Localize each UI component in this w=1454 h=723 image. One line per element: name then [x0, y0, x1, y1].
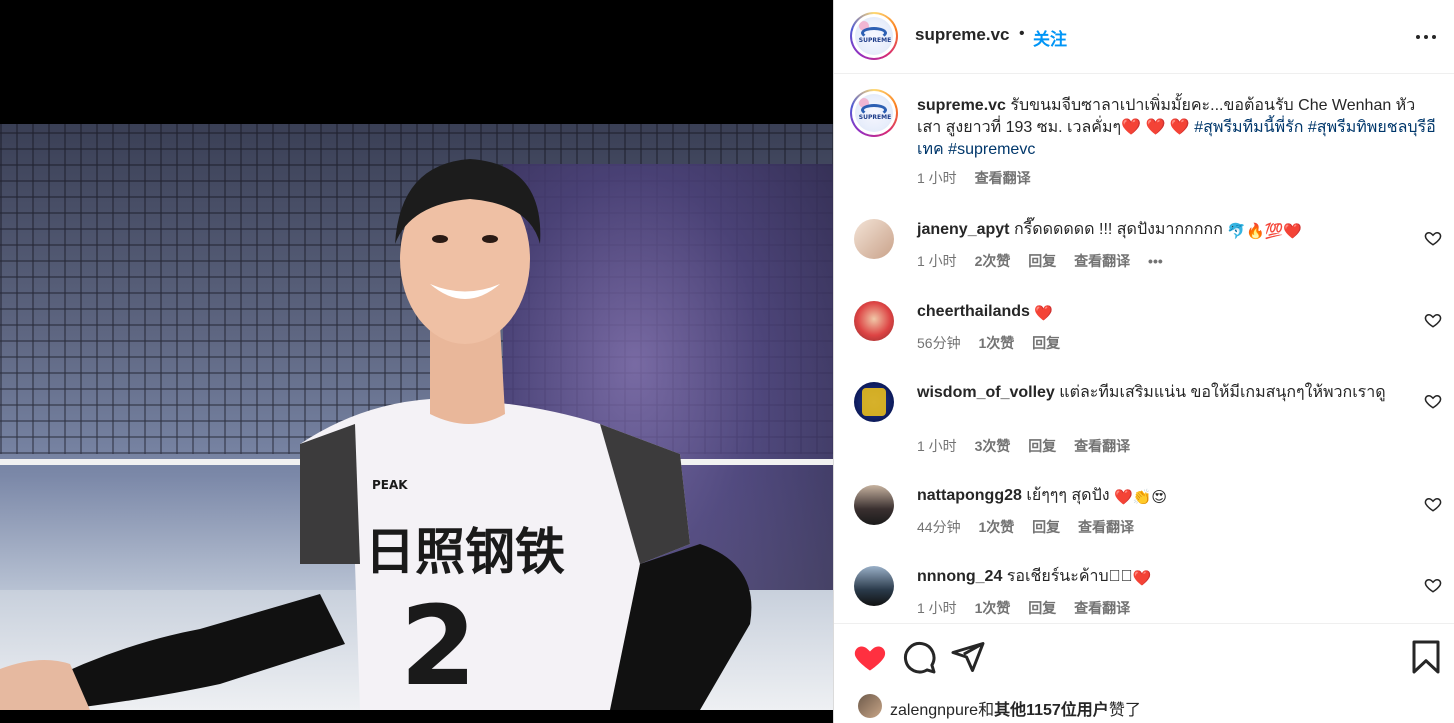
- comment-icon[interactable]: [901, 639, 937, 675]
- media-letterbox-top: [0, 0, 833, 124]
- post-media[interactable]: 日照钢铁 2 PEAK: [0, 0, 833, 723]
- author-avatar[interactable]: SUPREME: [850, 12, 898, 60]
- caption-hearts: ❤️ ❤️ ❤️: [1121, 119, 1190, 136]
- translate-link[interactable]: 查看翻译: [1074, 253, 1130, 269]
- post-actions-bar: [834, 623, 1454, 689]
- liker-username[interactable]: zalengnpure: [890, 702, 978, 719]
- likes-count[interactable]: 3次赞: [975, 438, 1011, 454]
- comment-more-button[interactable]: •••: [1148, 253, 1163, 269]
- comment-meta: 56分钟 1次赞 回复: [917, 335, 1061, 351]
- comment-emoji: ❤️: [1132, 570, 1152, 587]
- comment-text: wisdom_of_volley แต่ละทีมเสริมแน่น ขอให้…: [917, 384, 1386, 401]
- translate-link[interactable]: 查看翻译: [1074, 438, 1130, 454]
- reply-button[interactable]: 回复: [1028, 438, 1056, 454]
- commenter-username[interactable]: nattapongg28: [917, 487, 1022, 504]
- reply-button[interactable]: 回复: [1032, 335, 1060, 351]
- commenter-username[interactable]: nnnong_24: [917, 568, 1002, 585]
- likes-count[interactable]: 1次赞: [978, 519, 1014, 535]
- like-comment-heart-icon[interactable]: [1424, 495, 1442, 513]
- likes-count[interactable]: 2次赞: [975, 253, 1011, 269]
- hashtag-link[interactable]: #supremevc: [948, 141, 1035, 158]
- author-username[interactable]: supreme.vc: [915, 25, 1010, 45]
- header-separator: •: [1019, 25, 1025, 42]
- reply-button[interactable]: 回复: [1028, 600, 1056, 616]
- comment-meta: 1 小时 3次赞 回复 查看翻译: [917, 438, 1131, 454]
- jersey-number: 2: [400, 582, 477, 710]
- others-likes-link[interactable]: 其他1157位用户: [994, 702, 1109, 719]
- jersey-text: 日照钢铁: [365, 523, 565, 581]
- supreme-logo-icon: SUPREME: [855, 17, 893, 55]
- commenter-username[interactable]: janeny_apyt: [917, 221, 1009, 238]
- likes-summary[interactable]: zalengnpure和其他1157位用户赞了: [850, 690, 1440, 720]
- liker-avatar[interactable]: [858, 694, 882, 718]
- translate-link[interactable]: 查看翻译: [1078, 519, 1134, 535]
- commenter-username[interactable]: wisdom_of_volley: [917, 384, 1055, 401]
- reply-button[interactable]: 回复: [1032, 519, 1060, 535]
- likes-count[interactable]: 1次赞: [978, 335, 1014, 351]
- comment-text: nnnong_24 รอเชียร์นะค้าบ􀀀􀀀❤️: [917, 568, 1152, 587]
- media-letterbox-bottom: [0, 710, 833, 723]
- comments-section[interactable]: SUPREME supreme.vc รับขนมจีบซาลาเปาเพิ่ม…: [834, 75, 1454, 623]
- commenter-avatar[interactable]: [854, 485, 894, 525]
- brand-logo: PEAK: [372, 478, 408, 492]
- more-icon: [1416, 35, 1436, 39]
- caption-text: supreme.vc รับขนมจีบซาลาเปาเพิ่มมั้ยคะ..…: [917, 95, 1437, 189]
- bookmark-icon[interactable]: [1408, 639, 1444, 675]
- commenter-avatar[interactable]: [854, 566, 894, 606]
- caption-time: 1 小时: [917, 170, 957, 186]
- follow-button[interactable]: 关注: [1033, 25, 1067, 50]
- comment-text: janeny_apyt กรี๊ดดดดดด !!! สุดปังมากกกกก…: [917, 221, 1303, 240]
- comment-meta: 1 小时 1次赞 回复 查看翻译: [917, 600, 1131, 616]
- like-comment-heart-icon[interactable]: [1424, 311, 1442, 329]
- comment-text: nattapongg28 เย้ๆๆๆ สุดปัง ❤️👏😍: [917, 487, 1167, 506]
- share-send-icon[interactable]: [950, 639, 986, 675]
- player-figure: 日照钢铁 2 PEAK: [0, 159, 752, 710]
- hashtag-link[interactable]: #สุพรีมทีมนี้พี่รัก: [1194, 119, 1303, 136]
- supreme-logo-icon: SUPREME: [855, 94, 893, 132]
- commenter-avatar[interactable]: [854, 382, 894, 422]
- commenter-avatar[interactable]: [854, 219, 894, 259]
- comment-emoji: ❤️👏😍: [1114, 489, 1167, 506]
- commenter-avatar[interactable]: [854, 301, 894, 341]
- reply-button[interactable]: 回复: [1028, 253, 1056, 269]
- translate-link[interactable]: 查看翻译: [975, 170, 1031, 186]
- comment-emoji: 🐬🔥💯❤️: [1227, 223, 1303, 240]
- like-comment-heart-icon[interactable]: [1424, 229, 1442, 247]
- translate-link[interactable]: 查看翻译: [1074, 600, 1130, 616]
- comment-meta: 44分钟 1次赞 回复 查看翻译: [917, 519, 1135, 535]
- commenter-username[interactable]: cheerthailands: [917, 303, 1030, 320]
- comment-emoji: ❤️: [1034, 305, 1054, 322]
- post-header: SUPREME supreme.vc • 关注: [834, 0, 1454, 74]
- caption-username[interactable]: supreme.vc: [917, 97, 1006, 114]
- like-comment-heart-icon[interactable]: [1424, 576, 1442, 594]
- post-panel: SUPREME supreme.vc • 关注 SUPREME supreme.…: [833, 0, 1454, 723]
- more-options-button[interactable]: [1412, 22, 1440, 50]
- like-comment-heart-icon[interactable]: [1424, 392, 1442, 410]
- likes-text: zalengnpure和其他1157位用户赞了: [890, 702, 1141, 719]
- comment-meta: 1 小时 2次赞 回复 查看翻译 •••: [917, 253, 1163, 269]
- caption-avatar[interactable]: SUPREME: [850, 89, 898, 137]
- like-heart-icon[interactable]: [852, 639, 888, 675]
- caption-meta: 1 小时 查看翻译: [917, 167, 1437, 189]
- likes-count[interactable]: 1次赞: [975, 600, 1011, 616]
- comment-text: cheerthailands ❤️: [917, 301, 1417, 324]
- post-photo: 日照钢铁 2 PEAK: [0, 124, 833, 710]
